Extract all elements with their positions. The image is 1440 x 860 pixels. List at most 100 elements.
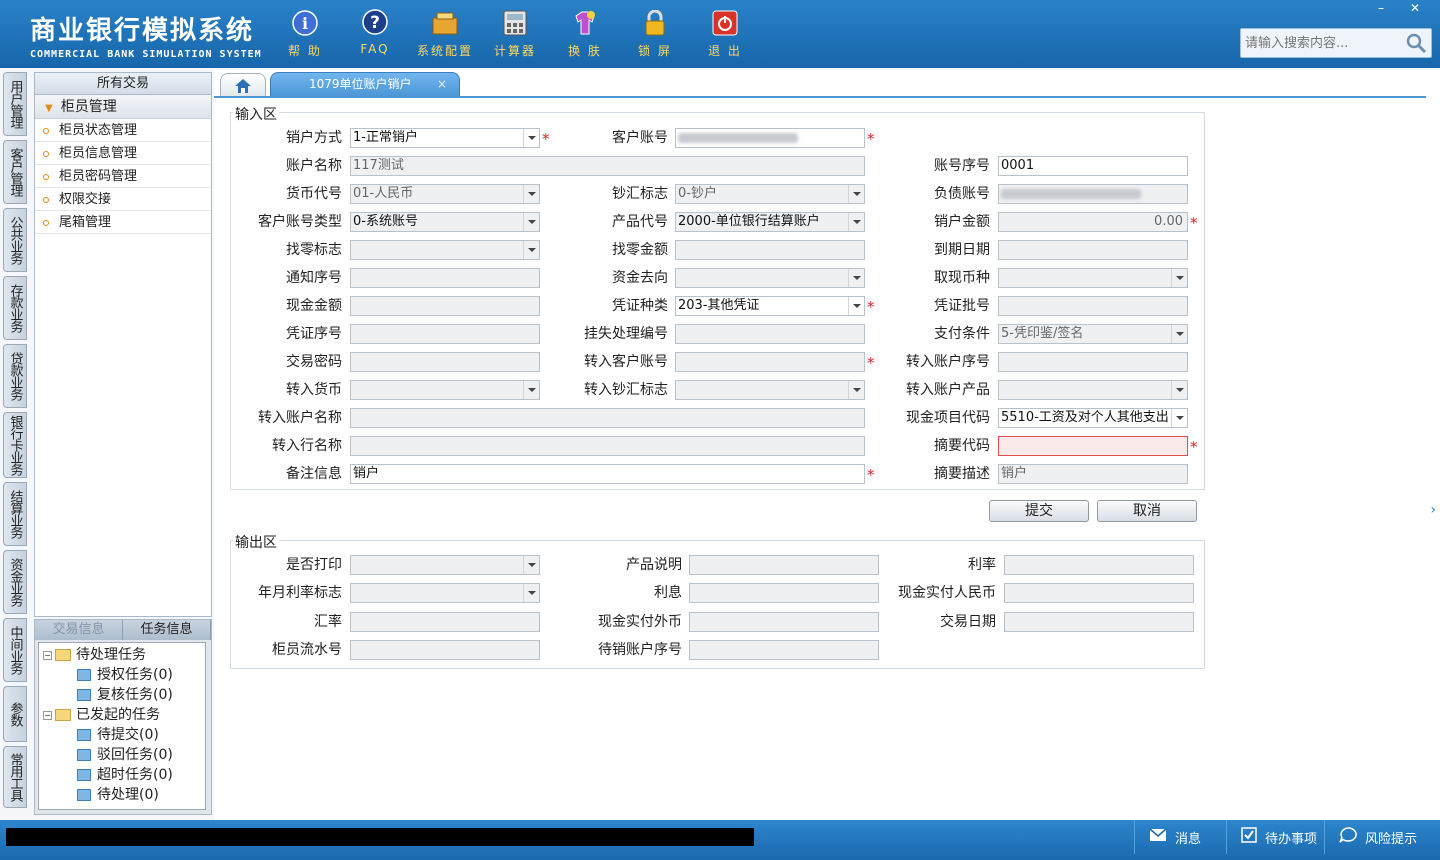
messages-button[interactable]: 消息	[1134, 820, 1226, 854]
customer-account-field[interactable]	[675, 128, 865, 148]
collapse-icon[interactable]: −	[43, 710, 52, 720]
voucher-batch-field[interactable]	[998, 296, 1188, 316]
trade-password-field[interactable]	[350, 352, 540, 372]
voucher-seq-field[interactable]	[350, 324, 540, 344]
cancel-button[interactable]: 取消	[1097, 500, 1197, 522]
transfer-in-seq-field[interactable]	[998, 352, 1188, 372]
cash-paid-foreign-field[interactable]	[689, 612, 879, 632]
close-tab-icon[interactable]: ×	[437, 73, 447, 95]
payment-condition-select[interactable]: 5-凭印鉴/签名	[998, 324, 1188, 344]
summary-desc-field[interactable]: 销户	[998, 464, 1188, 484]
vtab-loan-business[interactable]: 贷款业务	[3, 344, 27, 408]
product-code-select[interactable]: 2000-单位银行结算账户	[675, 212, 865, 232]
transfer-in-name-field[interactable]	[350, 408, 865, 428]
todo-button[interactable]: 待办事项	[1226, 820, 1324, 854]
pending-account-seq-field[interactable]	[689, 640, 879, 660]
minimize-button[interactable]: –	[1364, 0, 1398, 18]
risk-button[interactable]: 风险提示	[1324, 820, 1440, 854]
tree-node-to-process[interactable]: 待处理(0)	[39, 785, 205, 805]
liability-account-field[interactable]	[998, 184, 1188, 204]
transfer-in-cash-remit-select[interactable]	[675, 380, 865, 400]
tree-node-rejected[interactable]: 驳回任务(0)	[39, 745, 205, 765]
product-desc-field[interactable]	[689, 555, 879, 575]
summary-code-field[interactable]	[998, 436, 1188, 456]
search-input[interactable]	[1241, 29, 1401, 57]
submit-button[interactable]: 提交	[989, 500, 1089, 522]
collapse-icon[interactable]: −	[43, 650, 52, 660]
trade-date-field[interactable]	[1004, 612, 1194, 632]
settings-button[interactable]: 系统配置	[410, 8, 480, 59]
transfer-in-bank-field[interactable]	[350, 436, 865, 456]
tree-node-pending-tasks[interactable]: − 待处理任务	[39, 645, 205, 665]
faq-button[interactable]: ? FAQ	[340, 8, 410, 59]
cash-item-code-select[interactable]: 5510-工资及对个人其他支出	[998, 408, 1188, 428]
closing-amount-field[interactable]: 0.00	[998, 212, 1188, 232]
voucher-type-select[interactable]: 203-其他凭证	[675, 296, 865, 316]
exchange-rate-field[interactable]	[350, 612, 540, 632]
menu-item-teller-info[interactable]: 柜员信息管理	[35, 142, 211, 165]
change-amount-field[interactable]	[675, 240, 865, 260]
label-customer-account: 客户账号	[612, 130, 668, 146]
vtab-settlement-business[interactable]: 结算业务	[3, 482, 27, 546]
tab-transaction-info[interactable]: 交易信息	[35, 620, 123, 640]
vtab-card-business[interactable]: 银行卡业务	[3, 412, 27, 478]
cash-paid-rmb-field[interactable]	[1004, 583, 1194, 603]
all-transactions-header[interactable]: 所有交易	[35, 73, 211, 95]
skin-button[interactable]: 换 肤	[550, 8, 620, 59]
loss-report-no-field[interactable]	[675, 324, 865, 344]
account-type-select[interactable]: 0-系统账号	[350, 212, 540, 232]
interest-field[interactable]	[689, 583, 879, 603]
vtab-fund-business[interactable]: 资金业务	[3, 550, 27, 614]
interest-rate-field[interactable]	[1004, 555, 1194, 575]
tab-home[interactable]	[220, 73, 266, 97]
close-window-button[interactable]: ✕	[1398, 0, 1432, 18]
label-exchange-rate: 汇率	[314, 614, 342, 630]
exit-button[interactable]: 退 出	[690, 8, 760, 59]
vtab-deposit-business[interactable]: 存款业务	[3, 276, 27, 340]
teller-mgmt-group[interactable]: ▼ 柜员管理	[35, 95, 211, 119]
menu-item-teller-status[interactable]: 柜员状态管理	[35, 119, 211, 142]
vtab-common-tools[interactable]: 常用工具	[3, 746, 27, 808]
vtab-customer-mgmt[interactable]: 客户管理	[3, 140, 27, 204]
fund-destination-select[interactable]	[675, 268, 865, 288]
menu-item-tail-box[interactable]: 尾箱管理	[35, 211, 211, 234]
tree-node-initiated-tasks[interactable]: − 已发起的任务	[39, 705, 205, 725]
help-button[interactable]: i 帮 助	[270, 8, 340, 59]
vtab-public-business[interactable]: 公共业务	[3, 208, 27, 272]
account-seq-field[interactable]: 0001	[998, 156, 1188, 176]
transfer-in-account-field[interactable]	[675, 352, 865, 372]
teller-serial-field[interactable]	[350, 640, 540, 660]
print-flag-select[interactable]	[350, 555, 540, 575]
calculator-button[interactable]: 计算器	[480, 8, 550, 59]
closing-method-select[interactable]: 1-正常销户	[350, 128, 540, 148]
currency-code-select[interactable]: 01-人民币	[350, 184, 540, 204]
label-cash-item-code: 现金项目代码	[906, 410, 990, 426]
tree-node-auth-tasks[interactable]: 授权任务(0)	[39, 665, 205, 685]
search-icon[interactable]	[1405, 32, 1427, 58]
rate-period-flag-select[interactable]	[350, 583, 540, 603]
tree-node-review-tasks[interactable]: 复核任务(0)	[39, 685, 205, 705]
vtab-parameters[interactable]: 参数	[3, 686, 27, 742]
due-date-field[interactable]	[998, 240, 1188, 260]
withdraw-currency-select[interactable]	[998, 268, 1188, 288]
remarks-field[interactable]: 销户	[350, 464, 865, 484]
cash-amount-field[interactable]	[350, 296, 540, 316]
menu-item-teller-password[interactable]: 柜员密码管理	[35, 165, 211, 188]
lock-button[interactable]: 锁 屏	[620, 8, 690, 59]
transfer-in-product-select[interactable]	[998, 380, 1188, 400]
change-flag-select[interactable]	[350, 240, 540, 260]
vtab-user-mgmt[interactable]: 用户管理	[3, 72, 27, 136]
notice-seq-field[interactable]	[350, 268, 540, 288]
tab-task-info[interactable]: 任务信息	[123, 620, 211, 640]
cash-item-code-value: 5510-工资及对个人其他支出	[1001, 410, 1169, 425]
tab-account-closing[interactable]: 1079单位账户销户 ×	[270, 72, 460, 96]
vtab-intermediary-business[interactable]: 中间业务	[3, 618, 27, 682]
transfer-in-currency-select[interactable]	[350, 380, 540, 400]
cash-remit-flag-select[interactable]: 0-钞户	[675, 184, 865, 204]
tree-node-to-submit[interactable]: 待提交(0)	[39, 725, 205, 745]
label-print-flag: 是否打印	[286, 557, 342, 573]
account-name-field[interactable]: 117测试	[350, 156, 865, 176]
menu-item-permission-handover[interactable]: 权限交接	[35, 188, 211, 211]
expand-panel-icon[interactable]: ›	[1430, 502, 1436, 518]
tree-node-timeout[interactable]: 超时任务(0)	[39, 765, 205, 785]
